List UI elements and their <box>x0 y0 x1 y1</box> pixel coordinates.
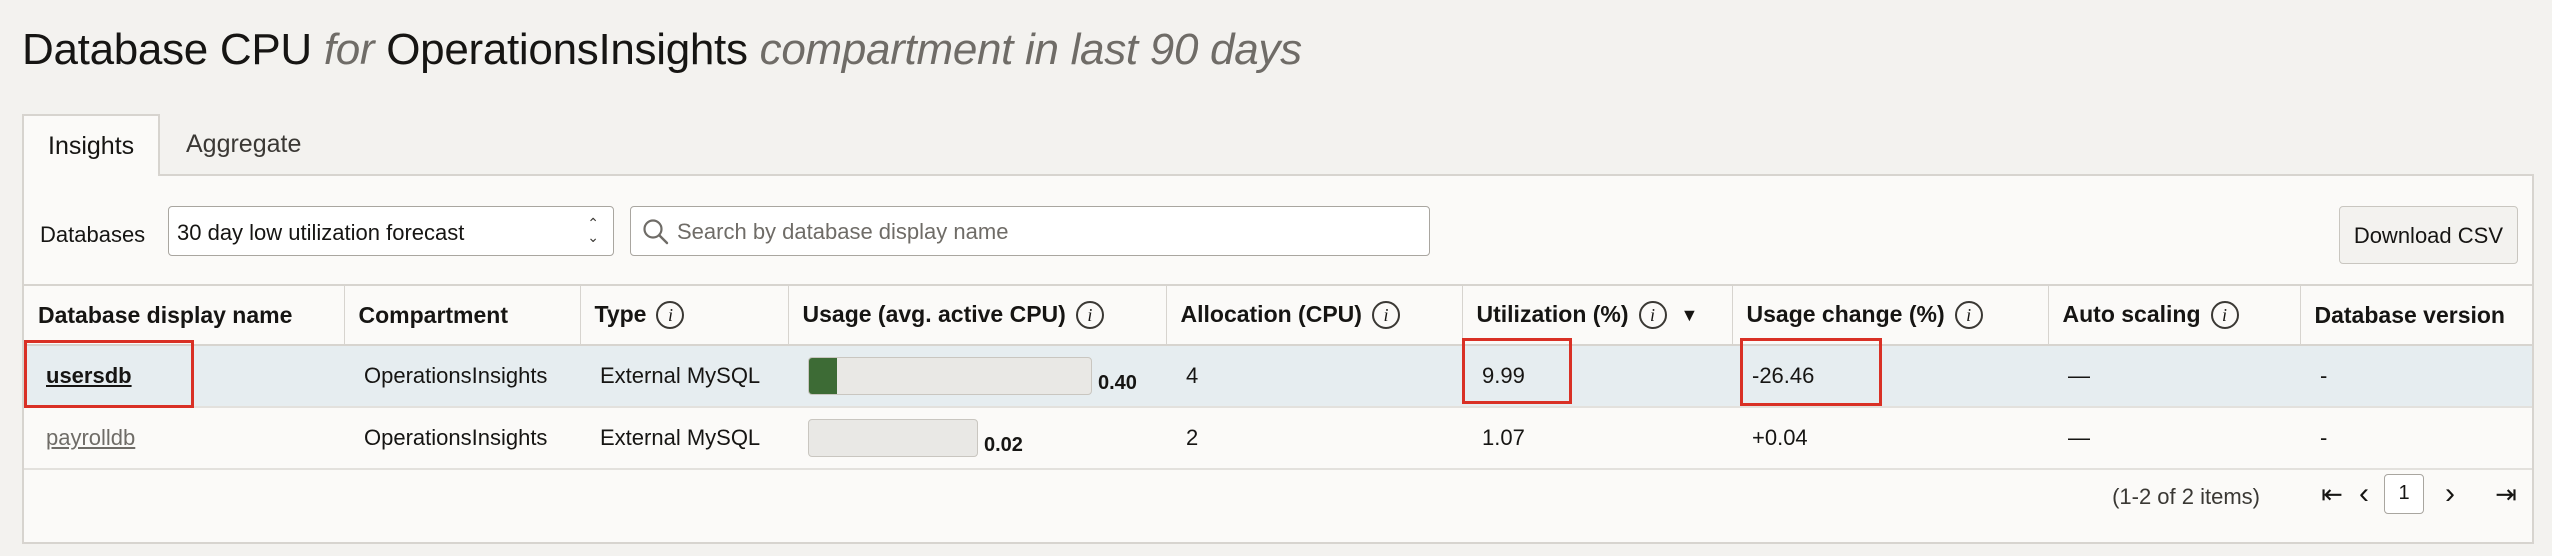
select-updown-icon: ⌃ ⌄ <box>587 215 599 245</box>
sort-descending-icon[interactable]: ▼ <box>1681 305 1699 326</box>
filter-value: 30 day low utilization forecast <box>177 220 465 245</box>
col-header-usage[interactable]: Usage (avg. active CPU) i <box>788 284 1167 346</box>
type-cell: External MySQL <box>580 407 788 470</box>
usage-value: 0.02 <box>984 434 1023 456</box>
table-header-row: Database display name Compartment Type i … <box>24 284 2532 346</box>
previous-page-icon[interactable]: ‹ <box>2344 474 2384 514</box>
col-header-utilization[interactable]: Utilization (%) i ▼ <box>1462 284 1733 346</box>
tab-insights[interactable]: Insights <box>22 114 161 176</box>
compartment-cell: OperationsInsights <box>344 345 580 408</box>
search-icon <box>643 219 669 245</box>
usage-bar <box>808 419 978 457</box>
info-icon[interactable]: i <box>1075 301 1104 330</box>
usage-bar-fill <box>809 358 838 394</box>
tab-aggregate[interactable]: Aggregate <box>162 114 325 174</box>
auto-scaling-cell: — <box>2048 345 2300 408</box>
next-page-icon[interactable]: › <box>2430 474 2470 514</box>
last-page-icon[interactable]: ⇥ <box>2486 474 2526 514</box>
search-input[interactable] <box>675 213 1419 251</box>
col-header-type[interactable]: Type i <box>580 284 789 346</box>
databases-label: Databases <box>40 222 146 247</box>
compartment-cell: OperationsInsights <box>344 407 580 470</box>
info-icon[interactable]: i <box>656 301 685 330</box>
db-name-link[interactable]: payrolldb <box>46 425 135 450</box>
insights-panel: Databases 30 day low utilization forecas… <box>22 174 2534 544</box>
col-header-allocation[interactable]: Allocation (CPU) i <box>1166 284 1463 346</box>
type-cell: External MySQL <box>580 345 788 408</box>
info-icon[interactable]: i <box>1371 301 1400 330</box>
db-version-cell: - <box>2300 407 2532 470</box>
info-icon[interactable]: i <box>1638 301 1667 330</box>
col-header-usage-change[interactable]: Usage change (%) i <box>1732 284 2049 346</box>
col-header-db-version[interactable]: Database version <box>2300 284 2532 346</box>
db-version-cell: - <box>2300 345 2532 408</box>
title-for: for <box>323 25 375 74</box>
usage-bar <box>808 357 1092 395</box>
usage-change-cell: -26.46 <box>1732 345 2048 408</box>
col-header-compartment[interactable]: Compartment <box>344 284 581 346</box>
col-header-display-name[interactable]: Database display name <box>24 284 345 346</box>
page-title: Database CPU for OperationsInsights comp… <box>22 18 1302 82</box>
auto-scaling-cell: — <box>2048 407 2300 470</box>
usage-cell: 0.40 <box>788 345 1166 408</box>
usage-change-cell: +0.04 <box>1732 407 2048 470</box>
pagination-summary: (1-2 of 2 items) <box>2112 484 2260 509</box>
table-row[interactable]: payrolldb OperationsInsights External My… <box>24 407 2532 470</box>
databases-filter-select[interactable]: 30 day low utilization forecast ⌃ ⌄ <box>168 206 614 256</box>
table-row[interactable]: usersdb OperationsInsights External MySQ… <box>24 345 2532 408</box>
utilization-cell: 1.07 <box>1462 407 1732 470</box>
current-page-input[interactable]: 1 <box>2384 474 2424 514</box>
info-icon[interactable]: i <box>2210 301 2239 330</box>
utilization-cell: 9.99 <box>1462 345 1732 408</box>
title-suffix: compartment in last 90 days <box>759 25 1302 74</box>
databases-table: Database display name Compartment Type i … <box>24 284 2532 470</box>
col-header-auto-scaling[interactable]: Auto scaling i <box>2048 284 2301 346</box>
download-csv-button[interactable]: Download CSV <box>2338 206 2518 264</box>
search-field[interactable] <box>630 206 1430 256</box>
title-metric: Database CPU <box>22 25 312 74</box>
title-compartment: OperationsInsights <box>386 25 748 74</box>
usage-value: 0.40 <box>1098 372 1137 394</box>
usage-cell: 0.02 <box>788 407 1166 470</box>
db-name-link[interactable]: usersdb <box>46 363 132 388</box>
info-icon[interactable]: i <box>1954 301 1983 330</box>
allocation-cell: 4 <box>1166 345 1462 408</box>
allocation-cell: 2 <box>1166 407 1462 470</box>
